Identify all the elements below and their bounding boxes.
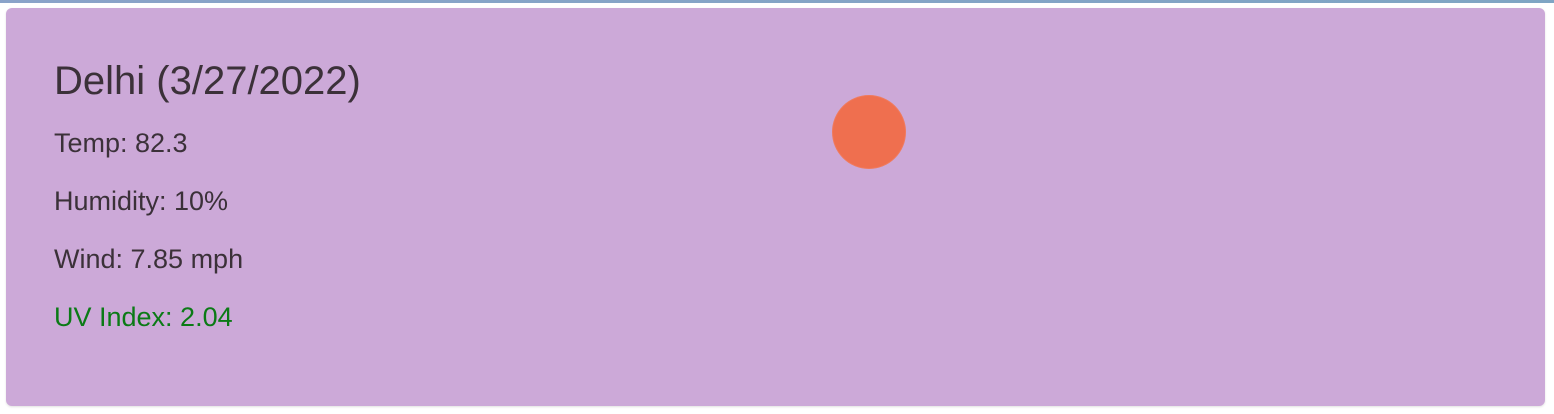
uv-index-text: UV Index: 2.04 [54, 302, 233, 332]
sun-icon [832, 95, 906, 169]
top-border [0, 0, 1554, 3]
wind-text: Wind: 7.85 mph [54, 244, 244, 274]
weather-details: Delhi (3/27/2022) Temp: 82.3 Humidity: 1… [54, 57, 361, 334]
humidity-text: Humidity: 10% [54, 186, 229, 216]
city-date-title: Delhi (3/27/2022) [54, 59, 361, 103]
weather-card: Delhi (3/27/2022) Temp: 82.3 Humidity: 1… [6, 8, 1545, 406]
temperature-text: Temp: 82.3 [54, 128, 188, 158]
